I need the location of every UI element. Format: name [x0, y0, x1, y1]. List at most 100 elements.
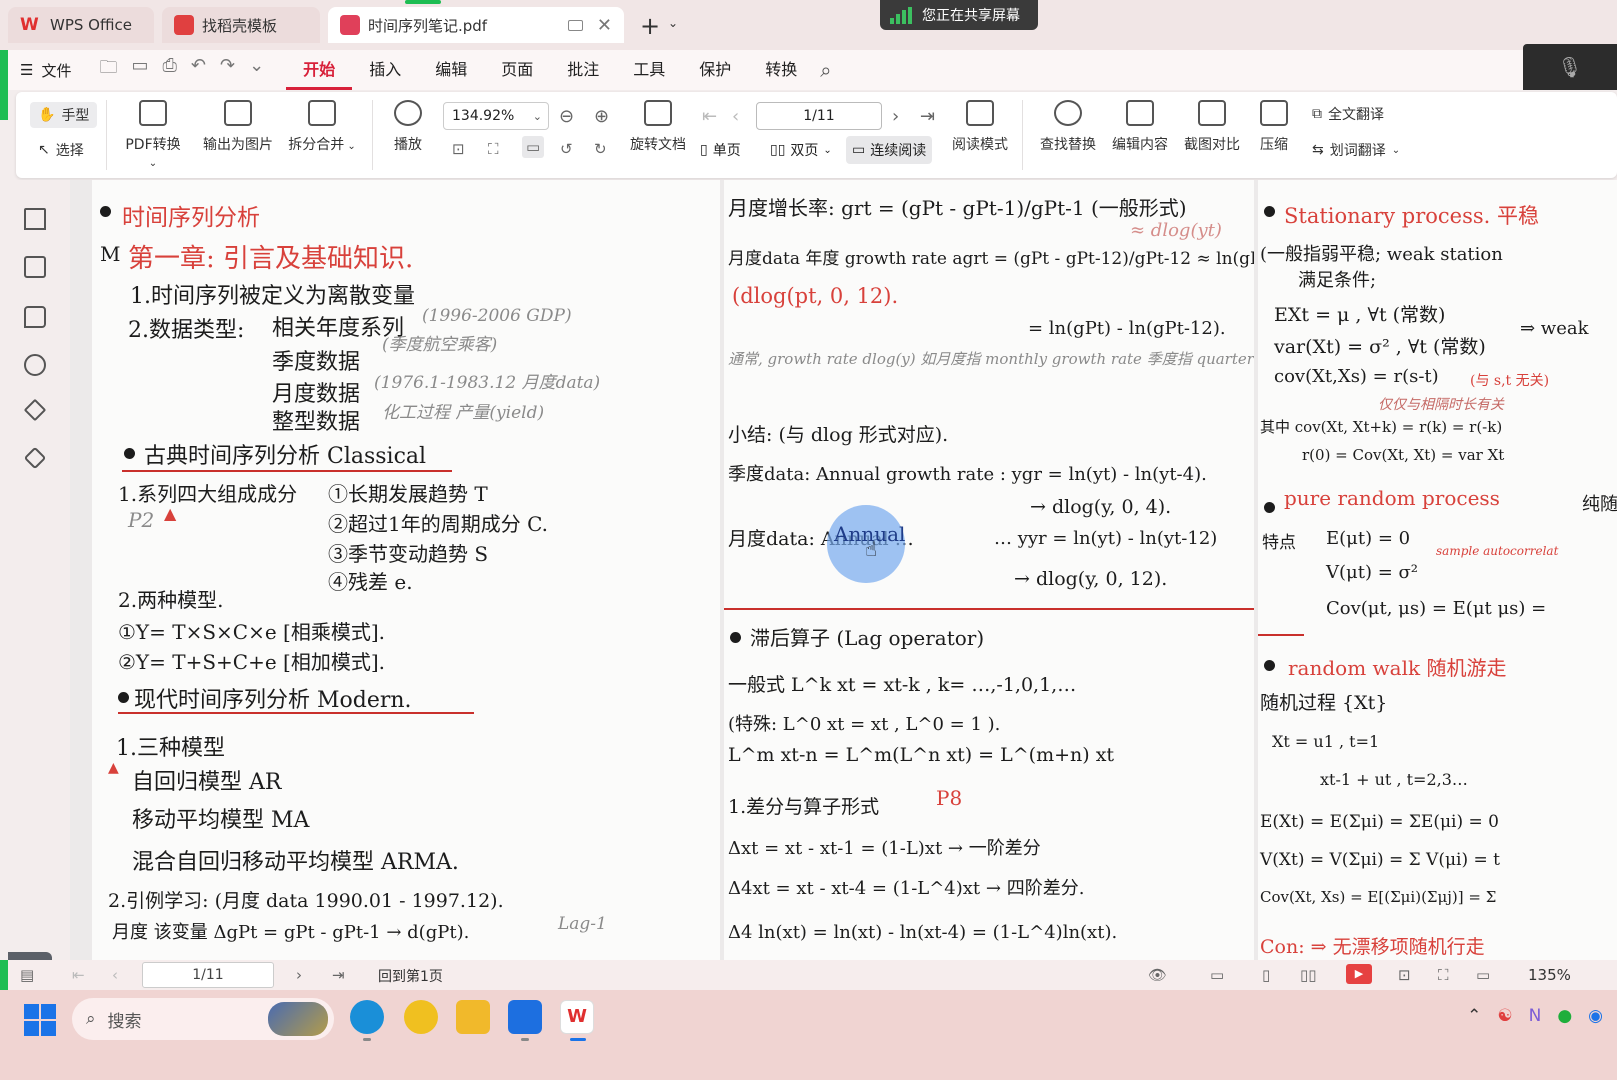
tab-wps-office[interactable]: W WPS Office: [8, 7, 154, 43]
screenshot-compare-button[interactable]: 截图对比: [1180, 100, 1244, 154]
sidebar-toggle-icon[interactable]: ▤: [20, 966, 34, 984]
reading-mode-button[interactable]: 阅读模式: [948, 100, 1012, 154]
left-sidebar: ☰: [8, 180, 70, 988]
eye-icon[interactable]: 👁: [1148, 966, 1167, 984]
tray-app-icon[interactable]: N: [1529, 1006, 1542, 1026]
menu-edit[interactable]: 编辑: [418, 50, 484, 90]
file-menu[interactable]: ☰ 文件: [20, 60, 71, 81]
actual-size-icon[interactable]: ▭: [1476, 966, 1490, 984]
wps-app-icon[interactable]: W: [560, 1000, 594, 1034]
note-line: 月度data 年度 growth rate agrt = (gPt - gPt-…: [728, 249, 1254, 269]
edge-browser-icon[interactable]: [350, 1000, 384, 1034]
word-translate-button[interactable]: ⇆ 划词翻译 ⌄: [1312, 140, 1400, 160]
tab-pdf-document[interactable]: 时间序列笔记.pdf ✕: [328, 7, 624, 43]
single-page-view-icon[interactable]: ▯: [1262, 966, 1270, 984]
undo-icon[interactable]: ↶: [191, 55, 206, 85]
windows-start-icon[interactable]: [24, 1004, 56, 1036]
tray-app-icon[interactable]: ☯: [1497, 1006, 1512, 1026]
first-page-icon[interactable]: ⇤: [72, 966, 85, 984]
close-tab-icon[interactable]: ✕: [597, 15, 612, 36]
actual-size-icon[interactable]: ⊡: [452, 140, 465, 158]
chevron-up-icon[interactable]: ⌃: [1467, 1006, 1481, 1026]
tab-templates[interactable]: 找稻壳模板: [162, 7, 320, 43]
divider: [106, 100, 107, 170]
prev-page-icon[interactable]: ‹: [732, 106, 739, 127]
thumbnail-icon[interactable]: [24, 256, 46, 278]
export-image-label: 输出为图片: [203, 137, 273, 153]
menu-insert[interactable]: 插入: [352, 50, 418, 90]
layers-icon[interactable]: [23, 446, 47, 470]
menu-annotate[interactable]: 批注: [550, 50, 616, 90]
select-tool-button[interactable]: ↖ 选择: [38, 140, 84, 160]
double-page-button[interactable]: ▯▯ 双页 ⌄: [764, 136, 838, 164]
rotate-left-icon[interactable]: ↺: [560, 140, 573, 158]
note-line: L^m xt-n = L^m(L^n xt) = L^(m+n) xt: [728, 744, 1115, 766]
rotate-document-button[interactable]: 旋转文档: [626, 100, 690, 154]
last-page-icon[interactable]: ⇥: [332, 966, 345, 984]
screen-share-badge[interactable]: 您正在共享屏幕: [880, 0, 1038, 30]
network-icon[interactable]: ◉: [1588, 1006, 1603, 1026]
next-page-icon[interactable]: ›: [296, 966, 302, 984]
compress-button[interactable]: 压缩: [1256, 100, 1292, 154]
play-button[interactable]: 播放: [390, 100, 426, 154]
play-icon[interactable]: ▶: [1346, 964, 1372, 984]
note-line: 整型数据: [272, 410, 361, 435]
open-folder-icon[interactable]: 🗀: [99, 55, 117, 85]
rotate-right-icon[interactable]: ↻: [594, 140, 607, 158]
double-page-view-icon[interactable]: ▯▯: [1300, 966, 1317, 984]
back-to-first-link[interactable]: 回到第1页: [378, 966, 443, 986]
document-viewer[interactable]: 时间序列分析 M 第一章: 引言及基础知识. 1.时间序列被定义为离散变量 2.…: [70, 180, 1617, 960]
zoom-in-icon[interactable]: ⊕: [594, 106, 609, 127]
menu-protect[interactable]: 保护: [682, 50, 748, 90]
continuous-view-icon[interactable]: ▭: [1210, 966, 1224, 984]
find-replace-button[interactable]: 查找替换: [1036, 100, 1100, 154]
loading-indicator: [405, 0, 441, 4]
split-merge-button[interactable]: 拆分合并 ⌄: [286, 100, 358, 154]
comment-icon[interactable]: [24, 306, 46, 328]
bookmark-icon[interactable]: [24, 208, 46, 230]
pdf-convert-button[interactable]: PDF转换 ⌄: [120, 100, 186, 170]
chevron-down-icon[interactable]: ⌄: [249, 55, 264, 85]
photos-app-icon[interactable]: [508, 1000, 542, 1034]
monitor-icon[interactable]: [567, 19, 583, 31]
search-icon[interactable]: ⌕: [820, 58, 831, 82]
menu-convert[interactable]: 转换: [748, 50, 814, 90]
fit-width-icon[interactable]: ⊡: [1398, 966, 1411, 984]
file-explorer-icon[interactable]: [456, 1000, 490, 1034]
export-image-button[interactable]: 输出为图片: [200, 100, 276, 154]
taskbar-search[interactable]: ⌕ 搜索: [72, 998, 334, 1040]
first-page-icon[interactable]: ⇤: [702, 106, 717, 127]
chrome-browser-icon[interactable]: [404, 1000, 438, 1034]
zoom-out-icon[interactable]: ⊖: [559, 106, 574, 127]
zoom-select[interactable]: 134.92% ⌄: [443, 102, 549, 130]
microphone-icon[interactable]: 🎙: [1523, 44, 1617, 90]
hand-tool-button[interactable]: ✋ 手型: [30, 102, 98, 128]
last-page-icon[interactable]: ⇥: [920, 106, 935, 127]
fit-width-icon[interactable]: ▭: [522, 136, 545, 158]
new-tab-button[interactable]: +: [640, 12, 660, 40]
full-translate-button[interactable]: ⧉ 全文翻译: [1312, 104, 1384, 124]
signature-icon[interactable]: [23, 398, 47, 422]
fit-page-icon[interactable]: ⛶: [488, 140, 499, 158]
redo-icon[interactable]: ↷: [220, 55, 235, 85]
menu-page[interactable]: 页面: [484, 50, 550, 90]
edit-content-button[interactable]: 编辑内容: [1108, 100, 1172, 154]
print-icon[interactable]: ⎙: [162, 55, 176, 85]
wechat-icon[interactable]: ●: [1557, 1006, 1572, 1026]
save-icon[interactable]: ▭: [131, 55, 148, 85]
prev-page-icon[interactable]: ‹: [112, 966, 118, 984]
continuous-read-button[interactable]: ▭ 连续阅读: [846, 136, 933, 164]
attachment-icon[interactable]: [24, 354, 46, 376]
page-number-input[interactable]: 1/11: [142, 962, 274, 988]
chevron-down-icon[interactable]: ⌄: [668, 16, 678, 30]
rotate-doc-icon: [644, 100, 672, 126]
page-number-input[interactable]: 1/11: [756, 102, 882, 130]
word-translate-label: 划词翻译: [1329, 143, 1386, 159]
next-page-icon[interactable]: ›: [892, 106, 899, 127]
zoom-level[interactable]: 135%: [1528, 966, 1571, 984]
fit-page-icon[interactable]: ⛶: [1438, 966, 1449, 984]
menu-tools[interactable]: 工具: [616, 50, 682, 90]
single-page-button[interactable]: ▯ 单页: [694, 136, 747, 164]
menu-home[interactable]: 开始: [286, 50, 353, 90]
note-line: Cov(Xt, Xs) = E[(Σμi)(Σμj)] = Σ: [1260, 888, 1497, 906]
